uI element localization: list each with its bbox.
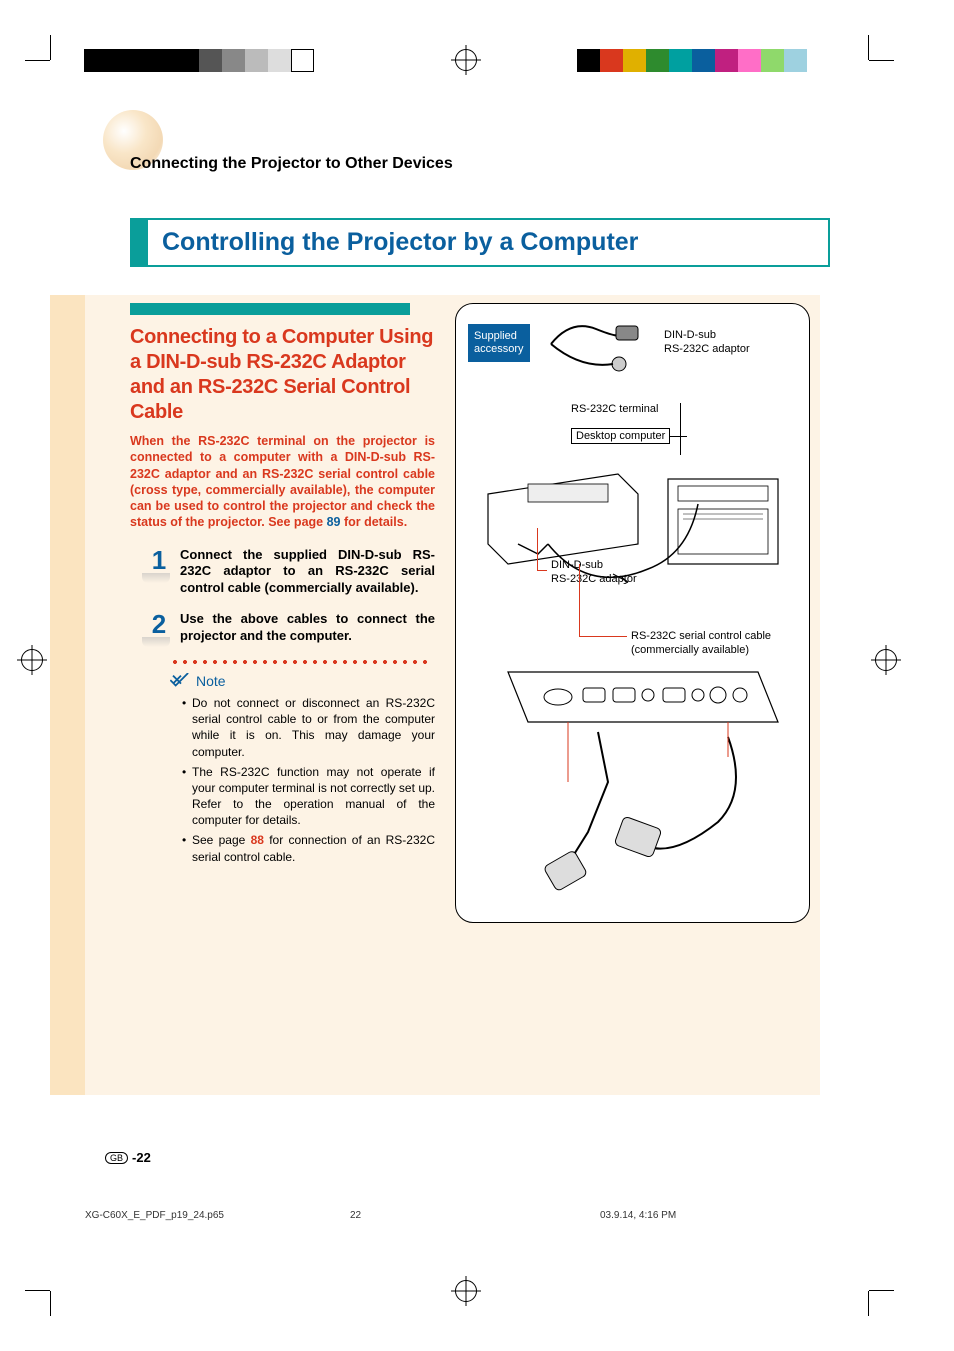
page-title: Controlling the Projector by a Computer: [130, 218, 830, 267]
note-heading: Note: [170, 673, 435, 689]
print-metadata-footer: XG-C60X_E_PDF_p19_24.p65 22 03.9.14, 4:1…: [85, 1210, 865, 1221]
crop-mark: [50, 35, 51, 60]
side-tab: [50, 295, 85, 1095]
section-breadcrumb: Connecting the Projector to Other Device…: [130, 155, 453, 173]
note-bullet: The RS-232C function may not operate if …: [182, 764, 435, 829]
grayscale-bar: [84, 49, 314, 72]
supplied-line1: Supplied: [474, 330, 517, 342]
note-bullet: See page 88 for connection of an RS-232C…: [182, 832, 435, 864]
crop-mark: [25, 1290, 50, 1291]
diagram-label-serial-cable: RS-232C serial control cable (commercial…: [631, 629, 771, 658]
gb-badge: GB: [105, 1152, 128, 1164]
print-timestamp: 03.9.14, 4:16 PM: [600, 1210, 865, 1221]
crop-mark: [868, 1291, 869, 1316]
note-bullet: Do not connect or disconnect an RS-232C …: [182, 695, 435, 760]
color-bar: [577, 49, 807, 72]
accent-bar: [130, 303, 410, 315]
crop-mark: [869, 60, 894, 61]
step-text: Connect the supplied DIN-D-sub RS-232C a…: [180, 547, 435, 598]
page-number: GB -22: [105, 1150, 151, 1165]
registration-mark-icon: [21, 649, 43, 671]
page-number-value: -22: [132, 1150, 151, 1165]
step-item: 2 Use the above cables to connect the pr…: [148, 611, 435, 645]
note-list: Do not connect or disconnect an RS-232C …: [182, 695, 435, 865]
note-icon: [170, 673, 192, 689]
supplied-line2: accessory: [474, 343, 524, 355]
sheet-number: 22: [350, 1210, 600, 1221]
registration-mark-icon: [875, 649, 897, 671]
crop-mark: [868, 35, 869, 60]
port-closeup-illustration: [468, 662, 798, 912]
step-item: 1 Connect the supplied DIN-D-sub RS-232C…: [148, 547, 435, 598]
page-reference-link[interactable]: 89: [327, 515, 341, 529]
step-number: 2: [148, 611, 170, 637]
connection-diagram: Supplied accessory DIN-D-sub RS-232C ada…: [455, 303, 810, 923]
step-text: Use the above cables to connect the proj…: [180, 611, 435, 645]
source-filename: XG-C60X_E_PDF_p19_24.p65: [85, 1210, 350, 1221]
page-reference-link[interactable]: 88: [251, 833, 264, 847]
note-text-pre: See page: [192, 833, 251, 847]
diagram-label-adaptor-2: DIN-D-sub RS-232C adaptor: [551, 558, 637, 587]
crop-mark: [50, 1291, 51, 1316]
crop-mark: [25, 60, 50, 61]
adaptor-cable-icon: [541, 314, 656, 379]
registration-mark-icon: [455, 49, 477, 71]
supplied-accessory-badge: Supplied accessory: [468, 324, 530, 362]
registration-mark-icon: [455, 1280, 477, 1302]
subsection-heading: Connecting to a Computer Using a DIN-D-s…: [130, 325, 435, 425]
crop-mark: [869, 1290, 894, 1291]
dotted-separator: [170, 659, 430, 665]
intro-text-post: for details.: [340, 515, 407, 529]
diagram-label-desktop: Desktop computer: [571, 428, 670, 444]
note-label: Note: [196, 673, 226, 689]
diagram-label-terminal: RS-232C terminal: [571, 403, 681, 415]
intro-paragraph: When the RS-232C terminal on the project…: [130, 433, 435, 531]
step-number: 1: [148, 547, 170, 573]
diagram-label-adaptor: DIN-D-sub RS-232C adaptor: [664, 328, 750, 357]
